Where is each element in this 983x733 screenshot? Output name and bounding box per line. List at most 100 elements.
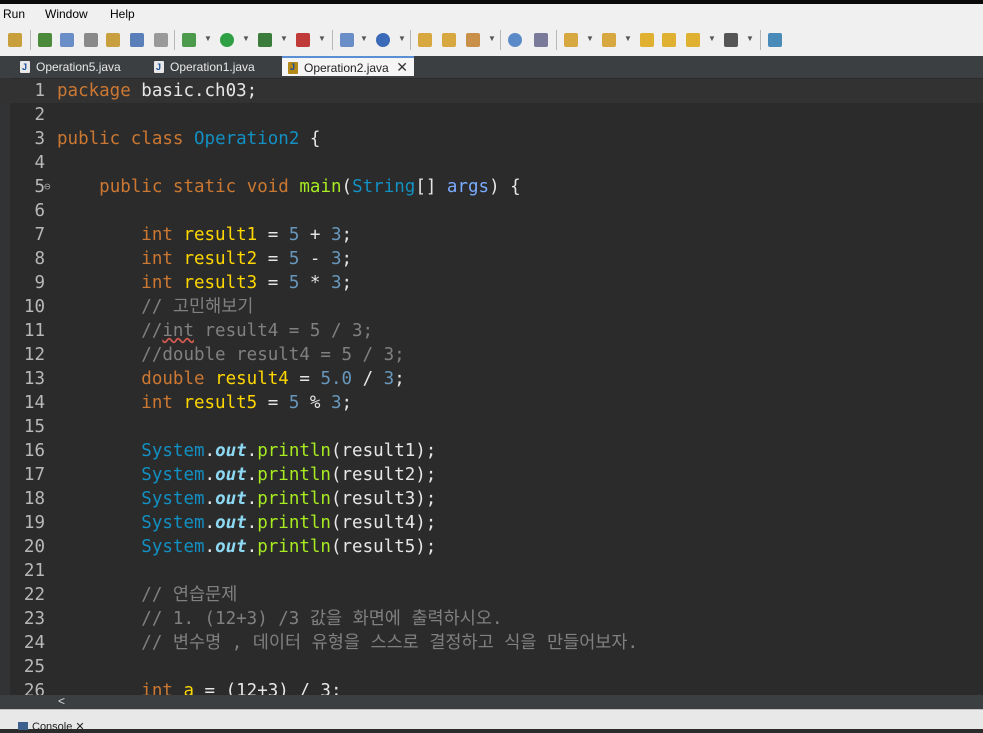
code-line: 2 — [0, 103, 983, 127]
code-text: = — [257, 393, 289, 413]
static-field: out — [215, 465, 247, 485]
operator: / — [352, 369, 384, 389]
code-text: ; — [341, 273, 353, 293]
menu-run[interactable]: Run — [3, 7, 25, 21]
variable: a — [183, 681, 194, 695]
code-line: 24 // 변수명 , 데이터 유형을 스스로 결정하고 식을 만들어보자. — [0, 631, 983, 655]
previous-annotation-icon[interactable] — [602, 33, 616, 47]
code-line: 22 // 연습문제 — [0, 583, 983, 607]
fold-collapse-icon[interactable]: ⊖ — [44, 175, 51, 199]
line-number: 23 — [23, 609, 45, 629]
open-folder-icon[interactable] — [418, 33, 432, 47]
open-type-icon[interactable] — [38, 33, 52, 47]
code-text: . — [204, 513, 216, 533]
scroll-left-icon[interactable]: < — [58, 694, 65, 708]
line-number: 5 — [34, 177, 45, 197]
forward-edit-icon[interactable] — [662, 33, 676, 47]
close-console-icon[interactable]: ✕ — [75, 721, 84, 733]
search-tool-icon[interactable] — [466, 33, 480, 47]
forward-icon[interactable] — [724, 33, 738, 47]
code-text: . — [246, 489, 258, 509]
java-file-icon — [288, 57, 298, 77]
new-class-icon[interactable] — [376, 33, 390, 47]
search-dropdown-icon[interactable]: ▼ — [488, 34, 496, 43]
code-line: 4 — [0, 151, 983, 175]
toolbar-separator — [760, 30, 761, 50]
console-icon — [18, 722, 28, 730]
new-class-dropdown-icon[interactable]: ▼ — [398, 34, 406, 43]
comment-spelling-warning: int — [162, 321, 194, 341]
run-last-tool-icon[interactable] — [8, 33, 22, 47]
forward-dropdown-icon[interactable]: ▼ — [746, 34, 754, 43]
tab-operation1[interactable]: Operation1.java — [154, 56, 276, 78]
back-dropdown-icon[interactable]: ▼ — [708, 34, 716, 43]
block-selection-icon[interactable] — [130, 33, 144, 47]
code-line: 9 int result3 = 5 * 3; — [0, 271, 983, 295]
run-dropdown-icon[interactable]: ▼ — [242, 34, 250, 43]
code-line: 18 System.out.println(result3); — [0, 487, 983, 511]
method-name: println — [257, 513, 331, 533]
next-annotation-icon[interactable] — [564, 33, 578, 47]
code-text: . — [204, 489, 216, 509]
show-paragraph-icon[interactable] — [154, 33, 168, 47]
menu-help[interactable]: Help — [110, 7, 135, 21]
code-text: . — [246, 441, 258, 461]
external-tools-icon[interactable] — [296, 33, 310, 47]
operator: * — [299, 273, 331, 293]
toggle-breadcrumb-icon[interactable] — [84, 33, 98, 47]
line-number: 2 — [34, 105, 45, 125]
keyword: int — [141, 273, 173, 293]
code-line: 15 — [0, 415, 983, 439]
line-number: 1 — [34, 81, 45, 101]
keyword: package — [57, 81, 131, 101]
tab-label: Operation2.java — [304, 61, 389, 75]
open-task-icon[interactable] — [442, 33, 456, 47]
operator: - — [299, 249, 331, 269]
code-text: basic.ch03; — [130, 81, 258, 101]
run-icon[interactable] — [220, 33, 234, 47]
code-text: ) { — [489, 177, 521, 197]
toolbar-separator — [30, 30, 31, 50]
code-text: = — [257, 225, 289, 245]
new-dropdown-icon[interactable]: ▼ — [360, 34, 368, 43]
code-editor[interactable]: 1 package basic.ch03; 2 3 public class O… — [0, 78, 983, 695]
menu-bar: Run Window Help — [0, 4, 983, 24]
annotation-icon[interactable] — [534, 33, 548, 47]
horizontal-scrollbar[interactable]: < — [0, 694, 983, 709]
class-name: System — [141, 465, 205, 485]
number-literal: 5 — [288, 273, 300, 293]
code-text: . — [246, 513, 258, 533]
variable: result5 — [183, 393, 258, 413]
back-icon[interactable] — [686, 33, 700, 47]
close-tab-icon[interactable]: ✕ — [396, 57, 408, 77]
coverage-icon[interactable] — [258, 33, 272, 47]
coverage-dropdown-icon[interactable]: ▼ — [280, 34, 288, 43]
code-line: 14 int result5 = 5 % 3; — [0, 391, 983, 415]
code-line: 25 — [0, 655, 983, 679]
java-file-icon — [20, 56, 30, 78]
tab-operation5[interactable]: Operation5.java — [20, 56, 138, 78]
mark-occurrences-icon[interactable] — [60, 33, 74, 47]
new-java-project-icon[interactable] — [340, 33, 354, 47]
debug-dropdown-icon[interactable]: ▼ — [204, 34, 212, 43]
code-text: [] — [415, 177, 447, 197]
toolbar-separator — [556, 30, 557, 50]
code-text: (result2); — [330, 465, 437, 485]
number-literal: 5 — [288, 249, 300, 269]
line-number: 24 — [23, 633, 45, 653]
next-annotation-dropdown-icon[interactable]: ▼ — [586, 34, 594, 43]
web-browser-icon[interactable] — [508, 33, 522, 47]
line-number: 17 — [23, 465, 45, 485]
menu-window[interactable]: Window — [45, 7, 88, 21]
debug-icon[interactable] — [182, 33, 196, 47]
code-line: 17 System.out.println(result2); — [0, 463, 983, 487]
variable: result2 — [183, 249, 258, 269]
tab-operation2[interactable]: Operation2.java ✕ — [282, 56, 414, 77]
number-literal: 3 — [330, 225, 342, 245]
previous-annotation-dropdown-icon[interactable]: ▼ — [624, 34, 632, 43]
external-tools-dropdown-icon[interactable]: ▼ — [318, 34, 326, 43]
pin-editor-icon[interactable] — [768, 33, 782, 47]
last-edit-location-icon[interactable] — [640, 33, 654, 47]
tab-console[interactable]: Console ✕ — [18, 720, 85, 733]
show-whitespace-icon[interactable] — [106, 33, 120, 47]
